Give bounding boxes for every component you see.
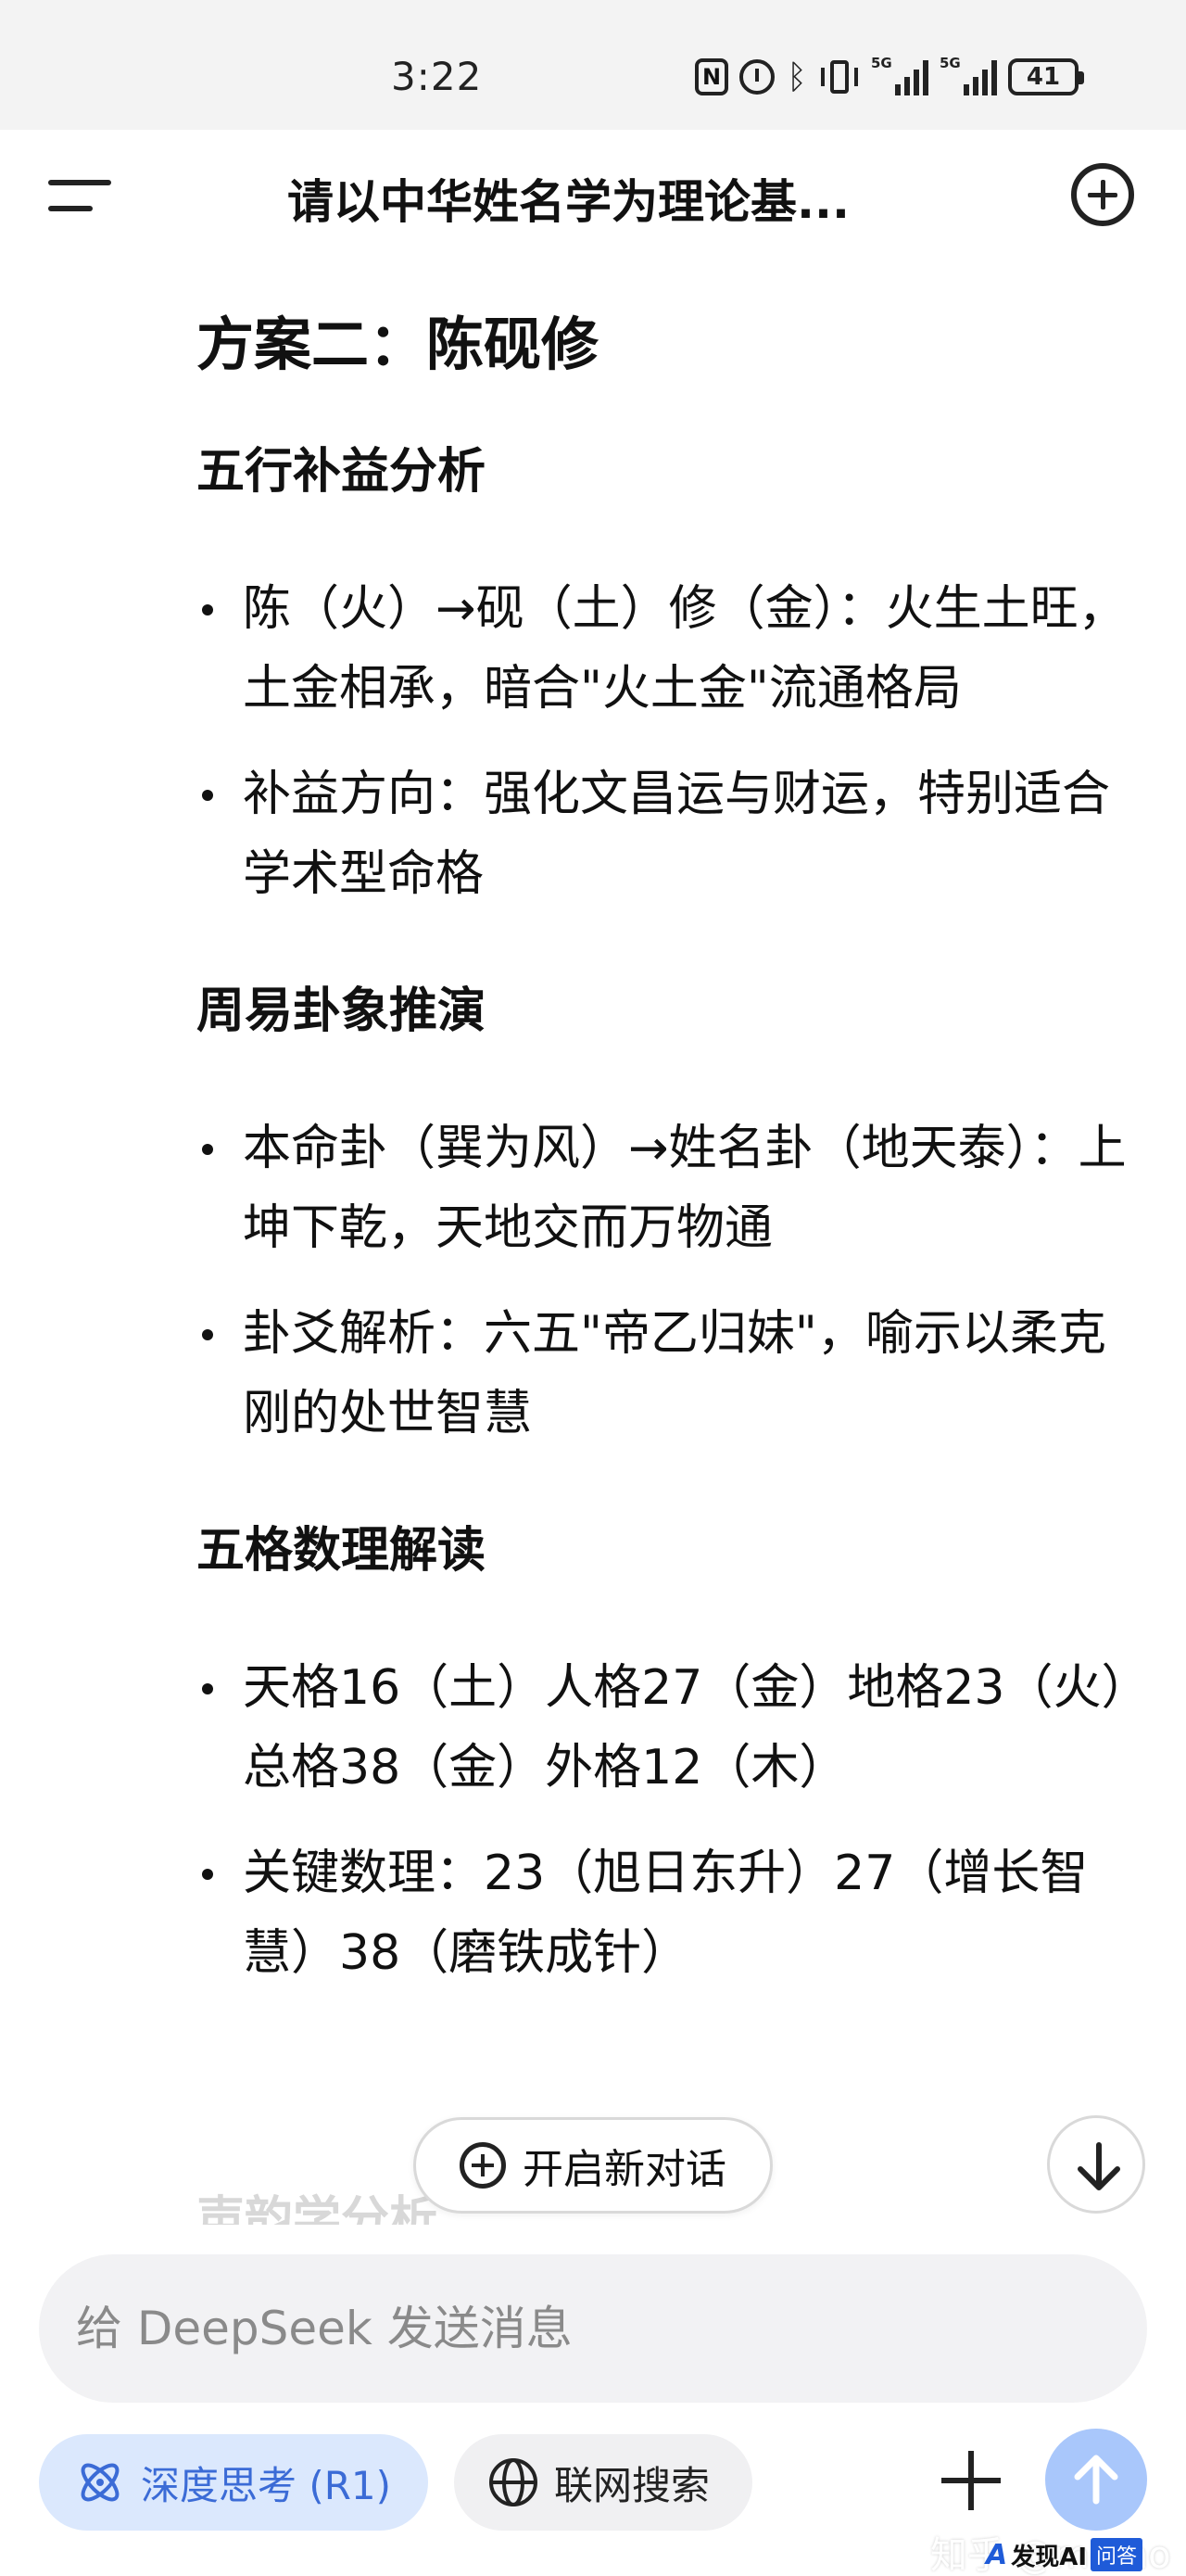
list-item: 补益方向：强化文昌运与财运，特别适合学术型命格 — [196, 755, 1132, 914]
status-bar: 3:22 N ᛒ 5G 5G 41 — [0, 0, 1186, 130]
brand-tag: 问答 — [1091, 2538, 1143, 2571]
alarm-icon — [739, 59, 775, 95]
menu-icon[interactable] — [48, 172, 115, 219]
message-input[interactable] — [39, 2254, 1147, 2403]
scroll-down-button[interactable] — [1047, 2115, 1145, 2214]
vibrate-icon — [819, 58, 860, 95]
web-search-toggle[interactable]: 联网搜索 — [454, 2434, 752, 2531]
list-item: 天格16（土）人格27（金）地格23（火）总格38（金）外格12（木） — [196, 1648, 1132, 1808]
ai-logo-icon: A — [986, 2538, 1008, 2571]
signal-label: 5G — [940, 55, 961, 71]
chat-title: 请以中华姓名学为理论基... — [287, 175, 850, 229]
list-item: 关键数理：23（旭日东升）27（增长智慧）38（磨铁成针） — [196, 1834, 1132, 1993]
status-time: 3:22 — [391, 54, 483, 99]
web-search-label: 联网搜索 — [554, 2462, 711, 2508]
battery-icon: 41 — [1008, 58, 1084, 95]
send-button[interactable] — [1045, 2429, 1147, 2531]
section-title: 周易卦象推演 — [196, 983, 486, 1039]
bullet-list: 本命卦（巽为风）→姓名卦（地天泰）：上坤下乾，天地交而万物通 卦爻解析：六五"帝… — [196, 1109, 1132, 1453]
arrow-down-icon — [1078, 2142, 1120, 2190]
deep-think-toggle[interactable]: 深度思考 (R1) — [39, 2434, 428, 2531]
plus-bubble-icon — [460, 2142, 506, 2189]
list-item: 卦爻解析：六五"帝乙归妹"，喻示以柔克刚的处世智慧 — [196, 1294, 1132, 1453]
signal-icon: 5G — [871, 55, 928, 95]
list-item: 陈（火）→砚（土）修（金）：火生土旺，土金相承，暗合"火土金"流通格局 — [196, 569, 1132, 729]
signal-label: 5G — [871, 55, 892, 71]
bullet-list: 陈（火）→砚（土）修（金）：火生土旺，土金相承，暗合"火土金"流通格局 补益方向… — [196, 569, 1132, 914]
section-title: 五格数理解读 — [196, 1523, 486, 1579]
deep-think-label: 深度思考 (R1) — [141, 2462, 392, 2508]
atom-icon — [81, 2463, 120, 2502]
new-dialog-label: 开启新对话 — [523, 2146, 726, 2193]
new-chat-icon[interactable] — [1071, 163, 1134, 226]
arrow-up-icon — [1074, 2455, 1118, 2505]
message-content: 方案二：陈砚修 五行补益分析 陈（火）→砚（土）修（金）：火生土旺，土金相承，暗… — [196, 297, 1132, 2058]
bullet-list: 天格16（土）人格27（金）地格23（火）总格38（金）外格12（木） 关键数理… — [196, 1648, 1132, 1993]
status-icons: N ᛒ 5G 5G 41 — [695, 55, 1084, 98]
globe-icon — [489, 2458, 537, 2506]
signal-icon: 5G — [940, 55, 997, 95]
bluetooth-icon: ᛒ — [787, 57, 807, 96]
new-dialog-button[interactable]: 开启新对话 — [413, 2117, 773, 2214]
plan-heading: 方案二：陈砚修 — [196, 311, 599, 378]
section-title: 五行补益分析 — [196, 444, 486, 500]
battery-level: 41 — [1026, 63, 1061, 91]
brand-watermark: A 发现AI 问答 — [986, 2536, 1143, 2573]
app-root: 3:22 N ᛒ 5G 5G 41 请以中华姓名学为理论基... 方案二：陈砚修… — [0, 0, 1186, 2576]
attach-plus-icon[interactable] — [941, 2451, 1001, 2510]
brand-name: 发现AI — [1011, 2543, 1088, 2571]
list-item: 本命卦（巽为风）→姓名卦（地天泰）：上坤下乾，天地交而万物通 — [196, 1109, 1132, 1268]
nfc-icon: N — [695, 58, 728, 95]
